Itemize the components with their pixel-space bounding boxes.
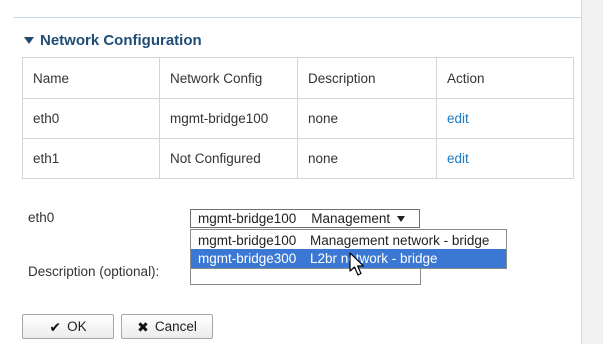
column-header-network-config: Network Config (159, 57, 298, 99)
select-value-desc: Management (311, 211, 391, 226)
network-config-select[interactable]: mgmt-bridge100 Management (190, 209, 420, 228)
table-row: eth1 Not Configured none edit (22, 138, 574, 179)
cell-description: none (297, 138, 437, 179)
network-configuration-header[interactable]: Network Configuration (24, 30, 202, 50)
x-icon: ✖ (137, 318, 149, 335)
ok-button[interactable]: ✔ OK (22, 314, 114, 339)
cancel-button-label: Cancel (154, 319, 197, 334)
section-title: Network Configuration (40, 31, 202, 49)
scrollbar-area[interactable] (581, 0, 603, 344)
select-value-name: mgmt-bridge100 (198, 211, 297, 226)
cell-name: eth1 (22, 138, 160, 179)
table-row: eth0 mgmt-bridge100 none edit (22, 98, 574, 139)
column-header-name: Name (22, 57, 160, 99)
panel-divider (14, 17, 581, 18)
cell-action: edit (436, 98, 574, 139)
description-label: Description (optional): (28, 264, 160, 279)
edit-link-eth0[interactable]: edit (447, 111, 469, 126)
option-desc: L2br network - bridge (310, 251, 438, 266)
interface-label: eth0 (28, 210, 55, 225)
mouse-pointer-icon (349, 252, 365, 276)
cell-network-config: mgmt-bridge100 (159, 98, 298, 139)
option-desc: Management network - bridge (310, 233, 490, 248)
dropdown-option-mgmt-bridge100[interactable]: mgmt-bridge100 Management network - brid… (191, 231, 506, 250)
ok-button-label: OK (67, 319, 87, 334)
edit-link-eth1[interactable]: edit (447, 151, 469, 166)
cell-network-config: Not Configured (159, 138, 298, 179)
cell-description: none (297, 98, 437, 139)
checkmark-icon: ✔ (49, 318, 62, 335)
cancel-button[interactable]: ✖ Cancel (121, 314, 213, 339)
option-name: mgmt-bridge300 (198, 251, 297, 266)
network-config-table: Name Network Config Description Action e… (22, 57, 574, 179)
triangle-down-icon (24, 36, 34, 44)
cell-action: edit (436, 138, 574, 179)
cell-name: eth0 (22, 98, 160, 139)
column-header-action: Action (436, 57, 574, 99)
table-header-row: Name Network Config Description Action (22, 57, 574, 99)
chevron-down-icon (397, 215, 406, 222)
option-name: mgmt-bridge100 (198, 233, 297, 248)
column-header-description: Description (297, 57, 437, 99)
